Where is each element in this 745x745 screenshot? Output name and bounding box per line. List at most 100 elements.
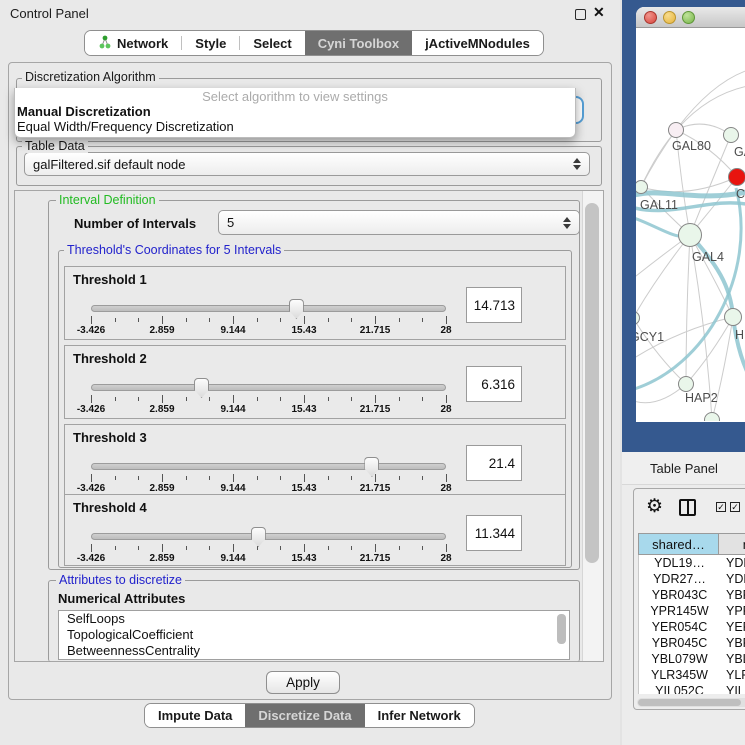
name-cell[interactable]: YBR045C: [720, 635, 745, 651]
table-row[interactable]: YBR045CYBR045C: [639, 635, 745, 651]
table-row[interactable]: YLR345WYLR345W: [639, 667, 745, 683]
name-cell[interactable]: YER054C: [720, 619, 745, 635]
threshold-slider[interactable]: -3.4262.8599.14415.4321.71528: [91, 299, 446, 339]
tab-infer-network[interactable]: Infer Network: [365, 704, 474, 727]
algorithm-dropdown-popup: Select algorithm to view settings Manual…: [14, 88, 576, 138]
split-columns-icon[interactable]: [679, 499, 696, 516]
tab-discretize-data[interactable]: Discretize Data: [245, 704, 364, 727]
attribute-list-item[interactable]: SelfLoops: [59, 611, 569, 627]
tick-label: 2.859: [149, 553, 174, 564]
tab-network[interactable]: Network: [85, 31, 181, 55]
network-node-gal4[interactable]: [678, 223, 702, 247]
control-panel: Control Panel ✕ Network Style Select Cyn…: [0, 0, 620, 745]
checkbox-icon[interactable]: ✓: [730, 502, 740, 512]
name-cell[interactable]: YIL052C: [720, 683, 745, 694]
threshold-value-field[interactable]: 11.344: [466, 515, 522, 551]
network-node-hap2[interactable]: [678, 376, 694, 392]
slider-track[interactable]: [91, 305, 446, 312]
network-canvas[interactable]: GAL80GACGAL11GAL4GCY1HHAP2: [636, 28, 745, 421]
table-toolbar: ⚙ ✓ ✓: [634, 489, 745, 529]
tab-select[interactable]: Select: [240, 31, 304, 55]
algorithm-option-manual[interactable]: Manual Discretization: [15, 104, 575, 119]
settings-scrollbar-thumb[interactable]: [585, 203, 599, 563]
tab-impute-data[interactable]: Impute Data: [145, 704, 245, 727]
gear-icon[interactable]: ⚙: [646, 495, 663, 518]
table-row[interactable]: YER054CYER054C: [639, 619, 745, 635]
tick-mark: [209, 546, 210, 550]
table-row[interactable]: YIL052CYIL052C: [639, 683, 745, 694]
tick-mark: [280, 397, 281, 401]
horizontal-scrollbar[interactable]: [637, 698, 745, 707]
zoom-traffic-light[interactable]: [682, 11, 695, 24]
name-cell[interactable]: YLR345W: [720, 667, 745, 683]
table-row[interactable]: YBR043CYBR043C: [639, 587, 745, 603]
name-cell[interactable]: YPR145W: [720, 603, 745, 619]
network-icon: [98, 35, 111, 52]
table-row[interactable]: YBL079WYBL079W: [639, 651, 745, 667]
threshold-value-field[interactable]: 14.713: [466, 287, 522, 323]
minimize-traffic-light[interactable]: [663, 11, 676, 24]
table-panel-titlebar: Table Panel: [622, 452, 745, 485]
threshold-slider[interactable]: -3.4262.8599.14415.4321.71528: [91, 378, 446, 418]
horizontal-scrollbar-thumb[interactable]: [638, 699, 741, 706]
algorithm-option-equal-width[interactable]: Equal Width/Frequency Discretization: [15, 119, 575, 134]
table-row[interactable]: YDR27…YDR27…: [639, 571, 745, 587]
apply-button[interactable]: Apply: [266, 671, 340, 694]
slider-track[interactable]: [91, 463, 446, 470]
network-node[interactable]: [728, 168, 745, 186]
float-window-icon[interactable]: [575, 9, 586, 20]
slider-track[interactable]: [91, 384, 446, 391]
control-panel-tabbar: Network Style Select Cyni Toolbox jActiv…: [84, 30, 544, 56]
shared-name-cell[interactable]: YDL19…: [639, 555, 720, 571]
shared-name-cell[interactable]: YBL079W: [639, 651, 720, 667]
table-data-combobox[interactable]: galFiltered.sif default node: [24, 152, 590, 176]
shared-name-cell[interactable]: YDR27…: [639, 571, 720, 587]
checkbox-icon[interactable]: ✓: [716, 502, 726, 512]
attributes-list[interactable]: SelfLoopsTopologicalCoefficientBetweenne…: [58, 610, 570, 660]
name-cell[interactable]: YBR043C: [720, 587, 745, 603]
threshold-value-field[interactable]: 6.316: [466, 366, 522, 402]
attribute-list-item[interactable]: TopologicalCoefficient: [59, 627, 569, 643]
threshold-slider[interactable]: -3.4262.8599.14415.4321.71528: [91, 527, 446, 567]
tab-cyni-toolbox[interactable]: Cyni Toolbox: [305, 31, 412, 55]
column-header-name[interactable]: name: [719, 533, 745, 555]
network-window-titlebar[interactable]: [636, 7, 745, 28]
tick-mark: [138, 397, 139, 401]
tick-mark: [399, 397, 400, 401]
tick-mark: [233, 395, 234, 403]
slider-track[interactable]: [91, 533, 446, 540]
shared-name-cell[interactable]: YBR043C: [639, 587, 720, 603]
shared-name-cell[interactable]: YER054C: [639, 619, 720, 635]
shared-name-cell[interactable]: YLR345W: [639, 667, 720, 683]
table-row[interactable]: YDL19…YDL19…: [639, 555, 745, 571]
table-data-value: galFiltered.sif default node: [33, 157, 185, 172]
panel-title: Control Panel: [10, 6, 89, 21]
shared-name-cell[interactable]: YPR145W: [639, 603, 720, 619]
close-icon[interactable]: ✕: [593, 4, 605, 21]
name-cell[interactable]: YDL19…: [720, 555, 745, 571]
threshold-slider[interactable]: -3.4262.8599.14415.4321.71528: [91, 457, 446, 497]
table-row[interactable]: YPR145WYPR145W: [639, 603, 745, 619]
tab-jactivemnodules[interactable]: jActiveMNodules: [412, 31, 543, 55]
column-header-shared-name[interactable]: shared…: [638, 533, 719, 555]
shared-name-cell[interactable]: YIL052C: [639, 683, 720, 694]
network-node-gal80[interactable]: [668, 122, 684, 138]
name-cell[interactable]: YBL079W: [720, 651, 745, 667]
network-node[interactable]: [724, 308, 742, 326]
tab-style[interactable]: Style: [182, 31, 239, 55]
tick-mark: [138, 318, 139, 322]
number-of-intervals-combobox[interactable]: 5: [218, 210, 580, 235]
attribute-list-item[interactable]: BetweennessCentrality: [59, 643, 569, 659]
network-window-frame: GAL80GACGAL11GAL4GCY1HHAP2: [622, 0, 745, 452]
list-scrollbar-thumb[interactable]: [557, 614, 566, 644]
name-cell[interactable]: YDR27…: [720, 571, 745, 587]
shared-name-cell[interactable]: YBR045C: [639, 635, 720, 651]
algorithm-group-title: Discretization Algorithm: [22, 70, 159, 84]
tick-mark: [162, 544, 163, 552]
network-node[interactable]: [723, 127, 739, 143]
network-node[interactable]: [704, 412, 720, 421]
tick-label: -3.426: [77, 483, 105, 494]
table-data-title: Table Data: [22, 139, 88, 153]
close-traffic-light[interactable]: [644, 11, 657, 24]
threshold-value-field[interactable]: 21.4: [466, 445, 522, 481]
